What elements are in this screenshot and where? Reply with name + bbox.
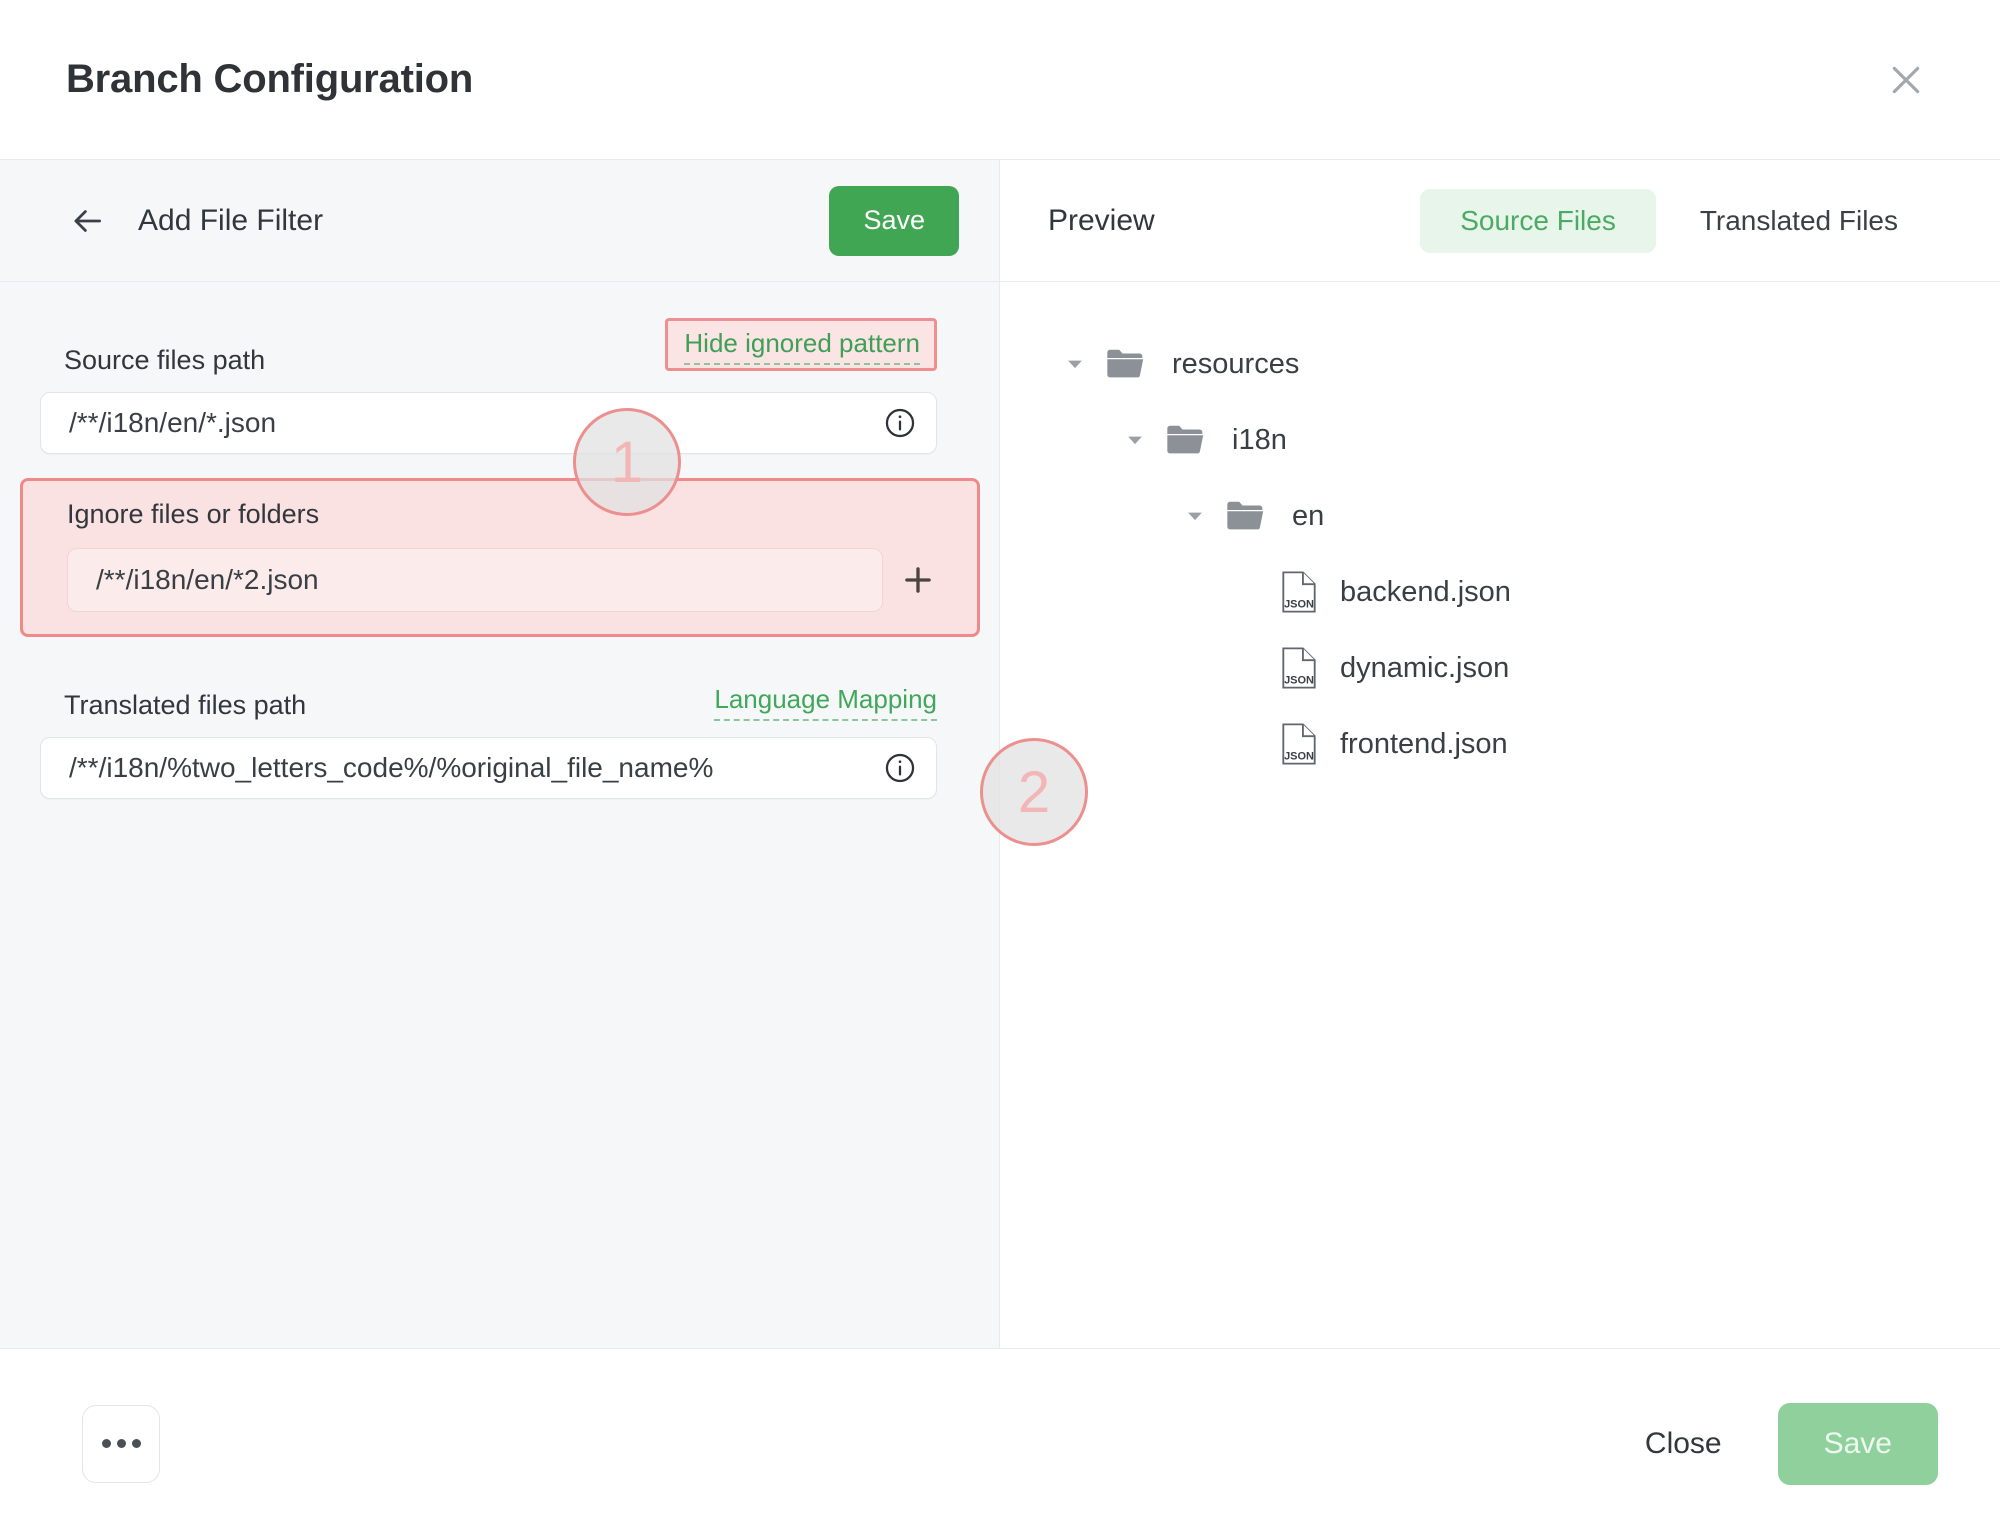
dot: [101, 1439, 111, 1448]
tree-folder-resources[interactable]: resources: [1060, 326, 2000, 402]
info-icon[interactable]: [882, 405, 918, 441]
tree-file-backend-json[interactable]: JSON backend.json: [1060, 554, 2000, 630]
folder-icon: [1104, 347, 1146, 381]
source-files-path-input[interactable]: [69, 407, 872, 439]
preview-panel: Preview Source Files Translated Files re…: [1000, 160, 2000, 1348]
json-file-icon: JSON: [1282, 647, 1316, 689]
save-button[interactable]: Save: [1777, 1402, 1938, 1485]
hide-ignored-pattern-link[interactable]: Hide ignored pattern: [684, 328, 920, 365]
tree-item-label: i18n: [1232, 423, 1287, 456]
translated-files-path-input-wrapper[interactable]: [40, 737, 937, 799]
tree-file-dynamic-json[interactable]: JSON dynamic.json: [1060, 630, 2000, 706]
dialog-body: Add File Filter Save Source files path /…: [0, 160, 2000, 1348]
source-files-path-label: Source files path: [64, 345, 266, 375]
folder-icon: [1224, 499, 1266, 533]
svg-text:JSON: JSON: [1284, 675, 1314, 687]
info-icon[interactable]: [882, 750, 918, 786]
source-files-path-input-wrapper[interactable]: [40, 392, 937, 454]
dot: [131, 1439, 141, 1448]
svg-text:JSON: JSON: [1284, 751, 1314, 763]
file-filter-form: Source files path /**/i18n/en/*.json Hid…: [0, 282, 999, 1348]
ignore-files-row: [67, 548, 977, 612]
tree-file-frontend-json[interactable]: JSON frontend.json: [1060, 706, 2000, 782]
close-icon[interactable]: [1874, 48, 1938, 112]
tree-item-label: frontend.json: [1340, 727, 1508, 760]
tree-item-label: dynamic.json: [1340, 651, 1510, 684]
dialog-header: Branch Configuration: [0, 0, 2000, 160]
tab-source-files[interactable]: Source Files: [1420, 188, 1656, 253]
ignore-files-label: Ignore files or folders: [67, 499, 320, 529]
file-tree: resources i18n en JSON backend.json JSON…: [1000, 282, 2000, 1348]
ignore-pattern-input[interactable]: [96, 564, 862, 596]
hide-ignored-pattern-highlight: Hide ignored pattern: [665, 318, 937, 371]
translated-files-path-field: Translated files path Language Mapping: [40, 665, 937, 799]
close-button[interactable]: Close: [1645, 1427, 1722, 1461]
footer-actions: Close Save: [1645, 1402, 1938, 1485]
dot: [116, 1439, 126, 1448]
folder-icon: [1164, 423, 1206, 457]
chevron-down-icon[interactable]: [1060, 349, 1090, 379]
language-mapping-link[interactable]: Language Mapping: [714, 685, 937, 721]
ignore-files-highlight: Ignore files or folders: [20, 478, 980, 637]
file-filter-toolbar: Add File Filter Save: [0, 160, 999, 282]
page-title: Branch Configuration: [66, 57, 474, 101]
tab-translated-files[interactable]: Translated Files: [1660, 189, 1938, 253]
dialog-footer: Close Save: [0, 1348, 2000, 1538]
arrow-left-icon[interactable]: [62, 196, 112, 246]
ellipsis-icon[interactable]: [82, 1404, 160, 1483]
preview-title: Preview: [1048, 203, 1155, 237]
preview-tabs: Source Files Translated Files: [1420, 188, 1938, 253]
save-filter-button[interactable]: Save: [829, 185, 959, 256]
file-filter-panel: Add File Filter Save Source files path /…: [0, 160, 1000, 1348]
translated-files-path-input[interactable]: [69, 752, 872, 784]
json-file-icon: JSON: [1282, 571, 1316, 613]
chevron-down-icon[interactable]: [1120, 425, 1150, 455]
tree-item-label: en: [1292, 499, 1325, 532]
tree-item-label: backend.json: [1340, 575, 1511, 608]
json-file-icon: JSON: [1282, 723, 1316, 765]
chevron-down-icon[interactable]: [1180, 501, 1210, 531]
preview-toolbar: Preview Source Files Translated Files: [1000, 160, 2000, 282]
panel-subtitle: Add File Filter: [138, 203, 324, 237]
plus-icon[interactable]: [883, 548, 953, 612]
branch-configuration-dialog: Branch Configuration Add File Filter Sav…: [0, 0, 2000, 1538]
translated-files-path-label: Translated files path: [64, 690, 307, 720]
tree-folder-i18n[interactable]: i18n: [1060, 402, 2000, 478]
svg-text:JSON: JSON: [1284, 599, 1314, 611]
tree-item-label: resources: [1172, 347, 1300, 380]
tree-folder-en[interactable]: en: [1060, 478, 2000, 554]
ignore-pattern-input-wrapper[interactable]: [67, 548, 883, 612]
